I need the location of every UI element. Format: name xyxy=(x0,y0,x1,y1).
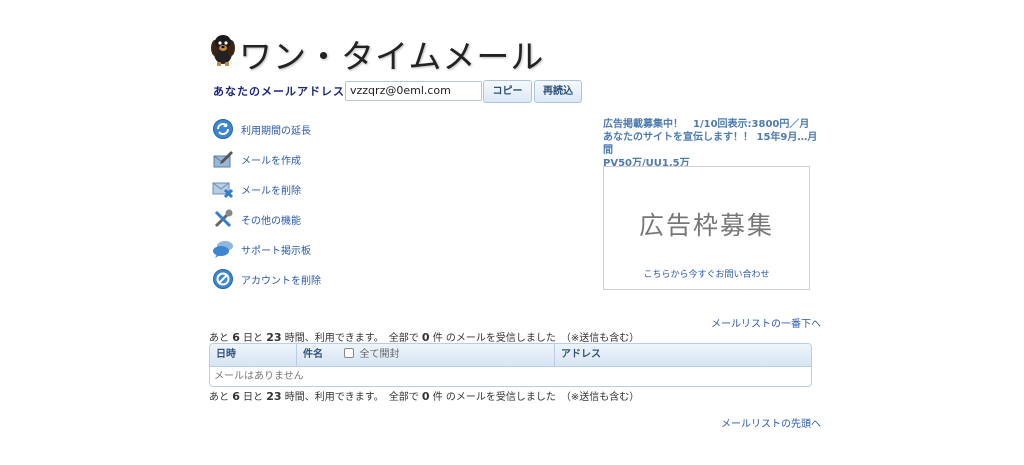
ad-line-2: あなたのサイトを宣伝します！！ 15年9月…月間 xyxy=(603,132,818,156)
days-unit: 日と xyxy=(243,392,264,403)
chat-icon xyxy=(212,238,234,260)
menu-item-delete-account[interactable]: アカウントを削除 xyxy=(212,268,321,290)
ad-banner-title: 広告枠募集 xyxy=(638,211,774,240)
check-all-checkbox[interactable] xyxy=(344,348,355,358)
status-line-bottom: あと 6 日と 23 時間、利用できます。 全部で 0 件 のメールを受信しまし… xyxy=(209,388,639,403)
col-date[interactable]: 日時 xyxy=(210,344,296,366)
hours-remaining: 23 xyxy=(266,390,282,403)
status-suffix: 件 のメールを受信しました （※送信も含む） xyxy=(432,392,640,403)
menu-label-compose: メールを作成 xyxy=(241,155,301,167)
menu-item-extend[interactable]: 利用期間の延長 xyxy=(212,118,311,140)
ad-contact-link[interactable]: こちらから今すぐお問い合わせ xyxy=(604,267,809,280)
col-subject[interactable]: 件名 xyxy=(303,349,323,360)
menu-item-delete-mail[interactable]: メールを削除 xyxy=(212,178,301,200)
to-top-link[interactable]: メールリストの先頭へ xyxy=(721,415,821,430)
mail-table: 日時 件名 全て開封 アドレス メールはありません xyxy=(209,343,812,387)
status-line-top: あと 6 日と 23 時間、利用できます。 全部で 0 件 のメールを受信しまし… xyxy=(209,329,639,344)
ban-icon xyxy=(212,268,234,290)
email-address-field[interactable] xyxy=(345,81,482,101)
menu-item-support[interactable]: サポート掲示板 xyxy=(212,238,311,260)
menu-label-delete-mail: メールを削除 xyxy=(241,185,301,197)
compose-icon xyxy=(212,148,234,170)
refresh-icon xyxy=(212,118,234,140)
menu-label-support: サポート掲示板 xyxy=(241,245,311,257)
col-address[interactable]: アドレス xyxy=(554,344,811,366)
reload-button[interactable]: 再読込 xyxy=(534,80,582,103)
menu-label-delete-account: アカウントを削除 xyxy=(241,275,321,287)
menu-item-other[interactable]: その他の機能 xyxy=(212,208,301,230)
mail-delete-icon xyxy=(212,178,234,200)
mail-count: 0 xyxy=(421,390,430,403)
ad-banner[interactable]: 広告枠募集 こちらから今すぐお問い合わせ xyxy=(603,166,810,290)
ad-notice[interactable]: 広告掲載募集中！ 1/10回表示:3800円／月 あなたのサイトを宣伝します！！… xyxy=(603,118,823,170)
dog-logo-icon xyxy=(211,33,235,67)
check-all[interactable]: 全て開封 xyxy=(344,348,400,360)
hours-unit: 時間、利用できます。 全部で xyxy=(284,392,419,403)
menu-label-extend: 利用期間の延長 xyxy=(241,125,311,137)
check-all-label: 全て開封 xyxy=(359,349,400,360)
status-prefix: あと xyxy=(209,392,229,403)
ad-line-1: 広告掲載募集中！ 1/10回表示:3800円／月 xyxy=(603,119,810,130)
menu-item-compose[interactable]: メールを作成 xyxy=(212,148,301,170)
mail-table-header: 日時 件名 全て開封 アドレス xyxy=(210,344,811,367)
col-subject-cell: 件名 全て開封 xyxy=(296,344,554,366)
days-remaining: 6 xyxy=(232,390,240,403)
site-title[interactable]: ワン・タイムメール xyxy=(239,30,544,78)
menu-label-other: その他の機能 xyxy=(241,215,301,227)
copy-button[interactable]: コピー xyxy=(483,80,532,103)
empty-message: メールはありません xyxy=(214,371,304,382)
address-label: あなたのメールアドレス xyxy=(213,85,345,98)
to-bottom-link[interactable]: メールリストの一番下へ xyxy=(711,315,821,330)
tools-icon xyxy=(212,208,234,230)
